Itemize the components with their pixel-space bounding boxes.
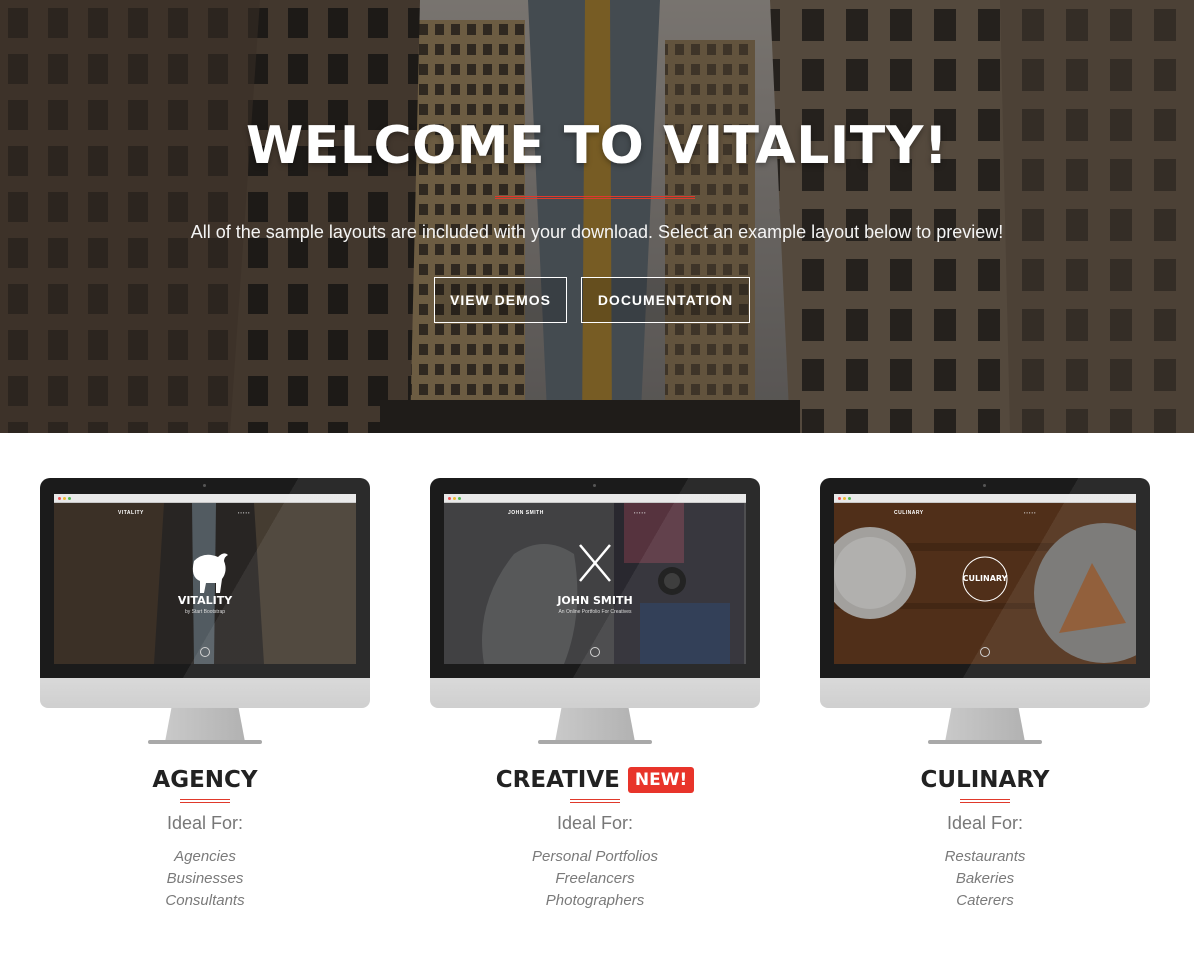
monitor-stand bbox=[945, 708, 1025, 742]
monitor-stand bbox=[165, 708, 245, 742]
monitor-foot bbox=[928, 740, 1042, 744]
monitor-stand bbox=[555, 708, 635, 742]
hero-subtitle: All of the sample layouts are included w… bbox=[190, 222, 1004, 242]
list-item: Personal Portfolios bbox=[532, 848, 658, 865]
preview-brand: CULINARY bbox=[894, 510, 924, 516]
preview-site-subtitle: by Start Bootstrap bbox=[184, 609, 226, 615]
ideal-for-label: Ideal For: bbox=[166, 813, 244, 833]
monitor-preview-agency[interactable]: VITALITY ▪ ▪ ▪ ▪ ▪ VITALITY by Start Boo… bbox=[40, 478, 370, 746]
demo-title[interactable]: CULINARY bbox=[820, 764, 1150, 796]
monitor-chin bbox=[820, 678, 1150, 708]
list-item: Consultants bbox=[165, 892, 245, 909]
demo-title-text[interactable]: AGENCY bbox=[152, 767, 257, 793]
demo-divider bbox=[960, 799, 1010, 803]
scroll-down-icon bbox=[590, 647, 600, 657]
monitor-screen-culinary: CULINARY ▪ ▪ ▪ ▪ ▪ CULINARY bbox=[834, 494, 1136, 664]
creative-screenshot-image bbox=[444, 503, 746, 664]
hero-title: WELCOME TO VITALITY! bbox=[245, 116, 949, 176]
scroll-down-icon bbox=[200, 647, 210, 657]
agency-screenshot-image bbox=[54, 503, 356, 664]
hero-divider bbox=[495, 196, 695, 199]
view-demos-button[interactable]: VIEW DEMOS bbox=[434, 277, 567, 323]
list-item: Businesses bbox=[166, 870, 244, 887]
list-item: Restaurants bbox=[944, 848, 1026, 865]
list-item: Photographers bbox=[545, 892, 645, 909]
culinary-screenshot-image bbox=[834, 503, 1136, 664]
monitor-preview-culinary[interactable]: CULINARY ▪ ▪ ▪ ▪ ▪ CULINARY bbox=[820, 478, 1150, 746]
monitor-chin bbox=[40, 678, 370, 708]
browser-bar bbox=[54, 494, 356, 503]
preview-site-title: CULINARY bbox=[962, 574, 1008, 583]
monitor-foot bbox=[538, 740, 652, 744]
monitor-foot bbox=[148, 740, 262, 744]
monitor-chin bbox=[430, 678, 760, 708]
demo-card-culinary: CULINARY ▪ ▪ ▪ ▪ ▪ CULINARY CULINARY Ide… bbox=[820, 478, 1150, 912]
monitor-camera bbox=[983, 484, 986, 487]
ideal-for-list: Personal Portfolios Freelancers Photogra… bbox=[430, 846, 760, 912]
preview-site-subtitle: An Online Portfolio For Creatives bbox=[558, 609, 632, 615]
ideal-for-label: Ideal For: bbox=[556, 813, 634, 833]
demo-title-text[interactable]: CULINARY bbox=[921, 767, 1050, 793]
list-item: Agencies bbox=[174, 848, 236, 865]
demo-divider bbox=[570, 799, 620, 803]
browser-bar bbox=[834, 494, 1136, 503]
ideal-for-list: Restaurants Bakeries Caterers bbox=[820, 846, 1150, 912]
monitor-preview-creative[interactable]: JOHN SMITH ▪ ▪ ▪ ▪ ▪ JOHN SMITH An Onlin… bbox=[430, 478, 760, 746]
demo-card-creative: JOHN SMITH ▪ ▪ ▪ ▪ ▪ JOHN SMITH An Onlin… bbox=[430, 478, 760, 912]
demo-title[interactable]: AGENCY bbox=[40, 764, 370, 796]
list-item: Bakeries bbox=[955, 870, 1015, 887]
list-item: Freelancers bbox=[555, 870, 635, 887]
scroll-down-icon bbox=[980, 647, 990, 657]
demo-divider bbox=[180, 799, 230, 803]
monitor-screen-creative: JOHN SMITH ▪ ▪ ▪ ▪ ▪ JOHN SMITH An Onlin… bbox=[444, 494, 746, 664]
preview-brand: VITALITY bbox=[118, 510, 144, 516]
preview-brand: JOHN SMITH bbox=[508, 510, 544, 516]
demo-card-agency: VITALITY ▪ ▪ ▪ ▪ ▪ VITALITY by Start Boo… bbox=[40, 478, 370, 912]
monitor-screen-agency: VITALITY ▪ ▪ ▪ ▪ ▪ VITALITY by Start Boo… bbox=[54, 494, 356, 664]
documentation-button[interactable]: DOCUMENTATION bbox=[581, 277, 750, 323]
ideal-for-label: Ideal For: bbox=[946, 813, 1024, 833]
monitor-camera bbox=[593, 484, 596, 487]
demo-title[interactable]: CREATIVE NEW! bbox=[430, 764, 760, 796]
demo-title-text[interactable]: CREATIVE bbox=[496, 767, 620, 793]
hero-dark-overlay bbox=[0, 0, 1194, 433]
preview-nav: ▪ ▪ ▪ ▪ ▪ bbox=[1024, 510, 1036, 515]
preview-nav: ▪ ▪ ▪ ▪ ▪ bbox=[238, 510, 250, 515]
monitor-camera bbox=[203, 484, 206, 487]
preview-nav: ▪ ▪ ▪ ▪ ▪ bbox=[634, 510, 646, 515]
new-badge: NEW! bbox=[627, 767, 695, 793]
list-item: Caterers bbox=[956, 892, 1014, 909]
hero-section: WELCOME TO VITALITY! All of the sample l… bbox=[0, 0, 1194, 433]
preview-site-title: VITALITY bbox=[177, 594, 233, 607]
browser-bar bbox=[444, 494, 746, 503]
ideal-for-list: Agencies Businesses Consultants bbox=[40, 846, 370, 912]
preview-site-title: JOHN SMITH bbox=[557, 594, 633, 607]
